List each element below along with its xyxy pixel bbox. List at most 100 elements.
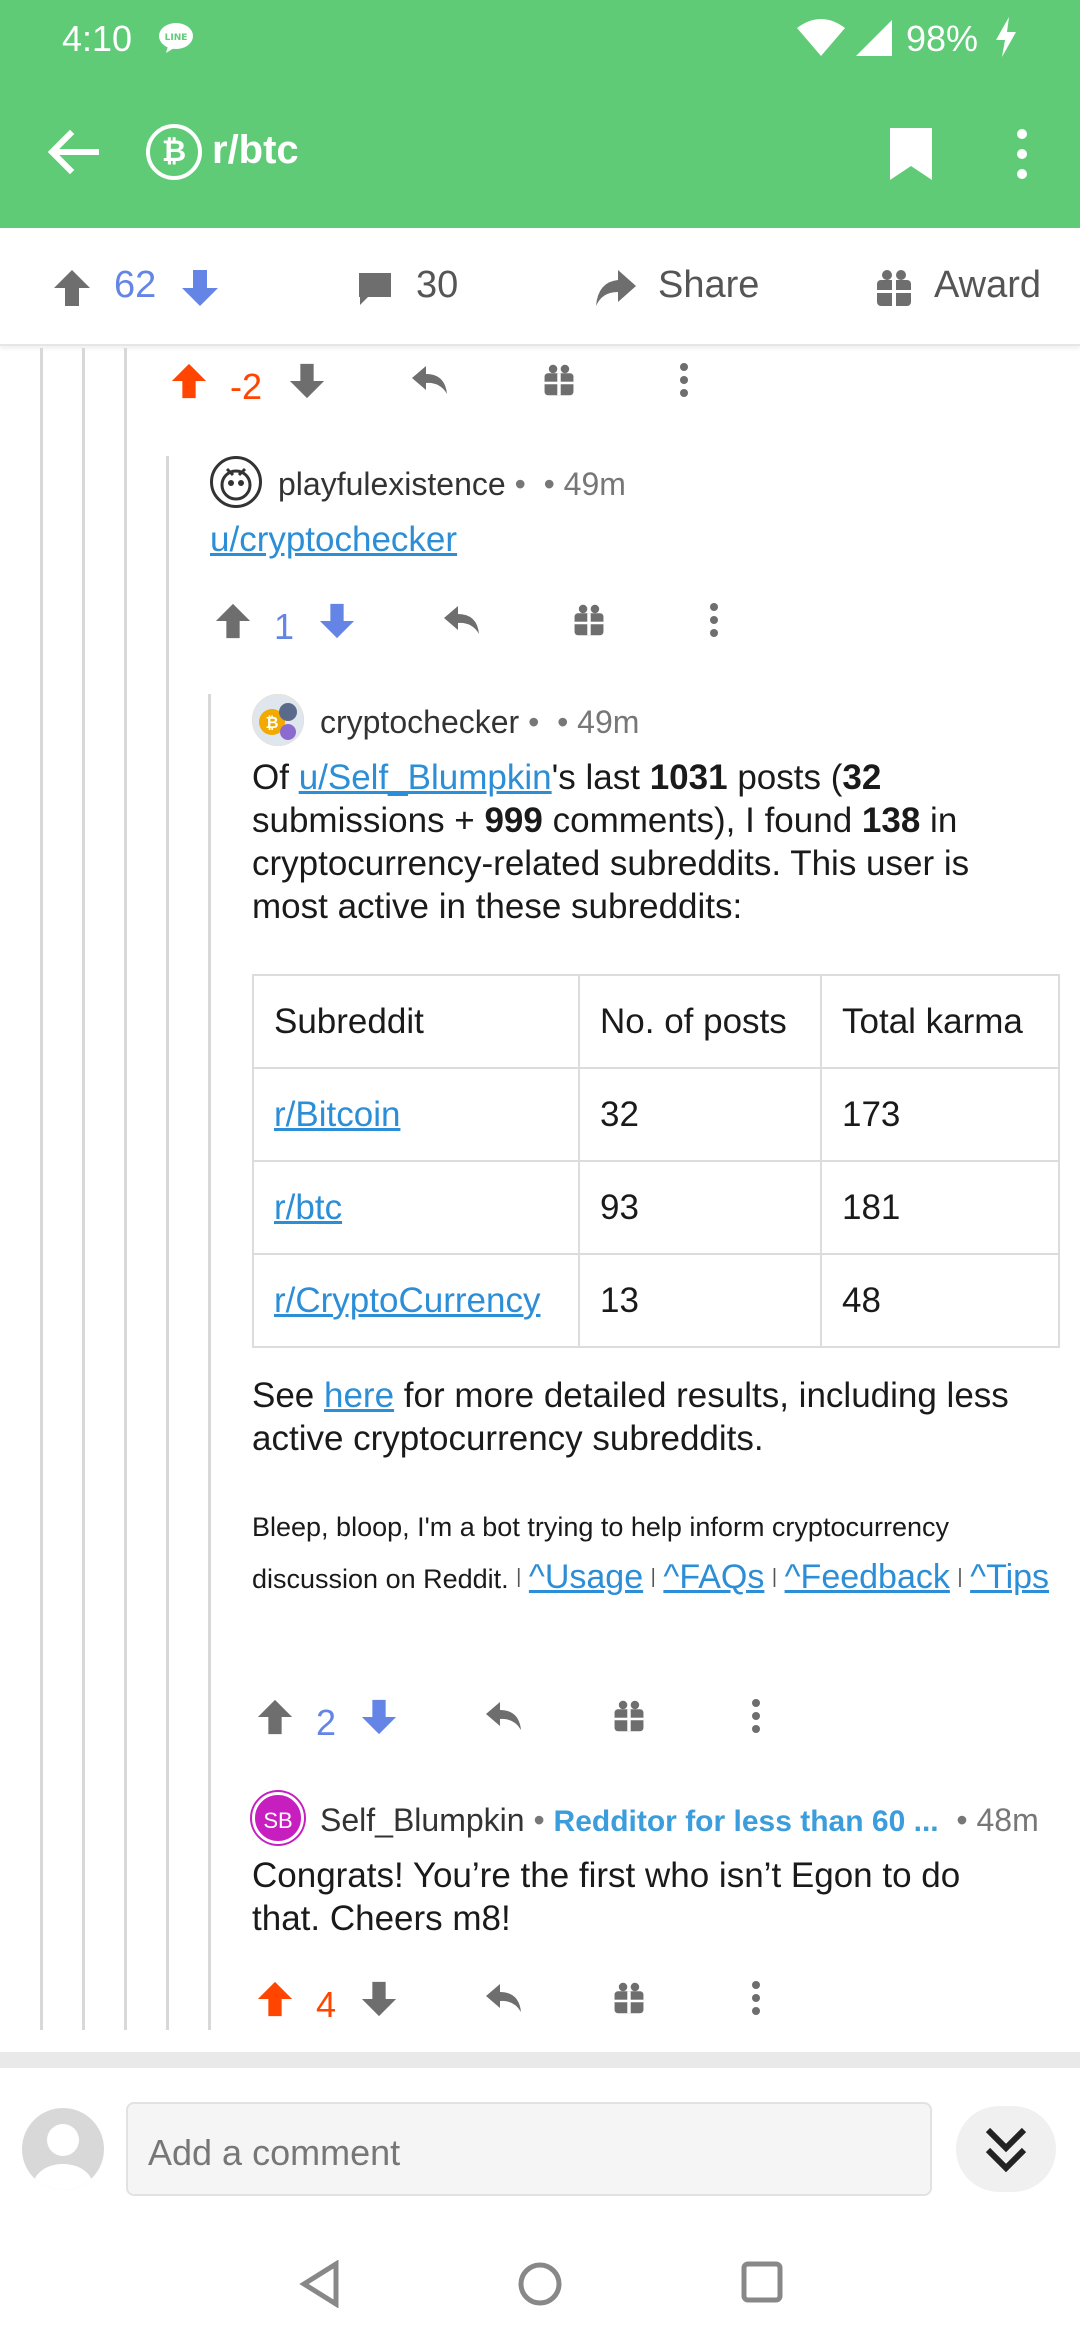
subreddit-title[interactable]: r/btc xyxy=(212,128,299,173)
award-button[interactable]: Award xyxy=(934,264,1041,307)
comment-body: u/cryptochecker xyxy=(210,518,457,561)
tips-link[interactable]: ^Tips xyxy=(970,1558,1049,1596)
table-row: r/CryptoCurrency 13 48 xyxy=(252,1253,1060,1348)
table-header: No. of posts xyxy=(578,974,822,1069)
collapse-thread-button[interactable] xyxy=(956,2106,1056,2192)
comment-body: Of u/Self_Blumpkin's last 1031 posts (32… xyxy=(252,756,1052,928)
reply-icon[interactable] xyxy=(442,602,482,643)
bookmark-icon[interactable] xyxy=(886,126,936,187)
comment-score: 4 xyxy=(316,1984,337,2025)
downvote-icon[interactable] xyxy=(318,602,356,645)
share-icon[interactable] xyxy=(594,266,638,320)
table-cell: r/Bitcoin xyxy=(252,1067,580,1162)
comment-body-more: See here for more detailed results, incl… xyxy=(252,1374,1062,1460)
prev-comment-actions: -2 xyxy=(170,362,730,412)
add-comment-input[interactable]: Add a comment xyxy=(126,2102,932,2196)
thread-line xyxy=(124,348,127,2030)
table-cell: 48 xyxy=(820,1253,1060,1348)
comment-actions: 4 xyxy=(256,1980,776,2030)
more-options-icon[interactable] xyxy=(750,1980,762,2021)
comment-author[interactable]: playfulexistence xyxy=(278,466,506,502)
found-count: 138 xyxy=(861,801,921,840)
comment-score: -2 xyxy=(230,366,263,407)
gift-award-icon[interactable] xyxy=(612,1698,646,1739)
comment-meta: playfulexistence • • 49m xyxy=(278,466,626,503)
comment-count[interactable]: 30 xyxy=(416,264,458,307)
system-nav-bar xyxy=(0,2224,1080,2340)
overflow-menu-icon[interactable] xyxy=(1010,126,1034,187)
comment-time: 49m xyxy=(577,704,640,740)
gift-award-icon[interactable] xyxy=(874,268,914,318)
comment-time: 49m xyxy=(563,466,626,502)
text-fragment: comments), I found xyxy=(542,801,862,840)
more-options-icon[interactable] xyxy=(678,362,690,403)
subreddit-link[interactable]: r/Bitcoin xyxy=(274,1095,400,1134)
bot-footer: Bleep, bloop, I'm a bot trying to help i… xyxy=(252,1502,1052,1604)
comment-meta: cryptochecker • • 49m xyxy=(320,704,639,741)
subreddit-link[interactable]: r/CryptoCurrency xyxy=(274,1281,540,1320)
gift-award-icon[interactable] xyxy=(542,362,576,403)
table-cell: 173 xyxy=(820,1067,1060,1162)
table-cell: r/btc xyxy=(252,1160,580,1255)
table-cell: 13 xyxy=(578,1253,822,1348)
home-nav-icon[interactable] xyxy=(516,2260,564,2313)
more-options-icon[interactable] xyxy=(750,1698,762,1739)
comment-actions: 1 xyxy=(214,602,734,652)
user-avatar-icon[interactable] xyxy=(22,2108,104,2190)
thread-line xyxy=(82,348,85,2030)
downvote-icon[interactable] xyxy=(360,1698,398,1741)
comment-author[interactable]: Self_Blumpkin xyxy=(320,1802,525,1838)
text-fragment: Of xyxy=(252,758,299,797)
charging-icon xyxy=(994,16,1018,63)
cell-signal-icon xyxy=(854,18,894,63)
table-header: Subreddit xyxy=(252,974,580,1069)
table-header: Total karma xyxy=(820,974,1060,1069)
avatar[interactable]: ₿ xyxy=(252,694,304,746)
table-header-row: Subreddit No. of posts Total karma xyxy=(252,974,1060,1069)
upvote-icon[interactable] xyxy=(52,268,92,318)
avatar[interactable]: SB xyxy=(252,1792,304,1844)
upvote-icon[interactable] xyxy=(256,1698,294,1741)
downvote-icon[interactable] xyxy=(360,1980,398,2023)
avatar[interactable] xyxy=(210,456,262,508)
reply-icon[interactable] xyxy=(484,1698,524,1739)
text-fragment: submissions + xyxy=(252,801,485,840)
back-arrow-icon[interactable] xyxy=(44,122,104,187)
feedback-link[interactable]: ^Feedback xyxy=(785,1558,950,1596)
reply-icon[interactable] xyxy=(410,362,450,403)
recents-nav-icon[interactable] xyxy=(740,2260,784,2309)
table-cell: 181 xyxy=(820,1160,1060,1255)
text-fragment: 's last xyxy=(551,758,650,797)
more-options-icon[interactable] xyxy=(708,602,720,643)
subreddit-icon[interactable]: ₿ xyxy=(146,124,202,180)
back-nav-icon[interactable] xyxy=(298,2259,342,2313)
downvote-icon[interactable] xyxy=(180,268,220,318)
comment-bubble-icon[interactable] xyxy=(356,270,394,318)
share-button[interactable]: Share xyxy=(658,264,759,307)
thread-line xyxy=(208,694,211,2030)
gift-award-icon[interactable] xyxy=(572,602,606,643)
status-time: 4:10 xyxy=(62,18,133,59)
subreddit-link[interactable]: r/btc xyxy=(274,1188,342,1227)
comment-author[interactable]: cryptochecker xyxy=(320,704,519,740)
user-flair: Redditor for less than 60 ... xyxy=(553,1805,939,1838)
table-cell: 32 xyxy=(578,1067,822,1162)
reply-icon[interactable] xyxy=(484,1980,524,2021)
usage-link[interactable]: ^Usage xyxy=(529,1558,643,1596)
table-cell: r/CryptoCurrency xyxy=(252,1253,580,1348)
upvote-icon[interactable] xyxy=(170,362,208,405)
line-app-icon: LINE xyxy=(158,22,194,54)
separator: • • xyxy=(528,704,578,740)
downvote-icon[interactable] xyxy=(288,362,326,405)
upvote-icon[interactable] xyxy=(256,1980,294,2023)
user-link[interactable]: u/Self_Blumpkin xyxy=(299,758,552,797)
user-link[interactable]: u/cryptochecker xyxy=(210,520,457,559)
faqs-link[interactable]: ^FAQs xyxy=(663,1558,764,1596)
comment-score: 2 xyxy=(316,1702,337,1743)
gift-award-icon[interactable] xyxy=(612,1980,646,2021)
details-link[interactable]: here xyxy=(324,1376,394,1415)
separator: • xyxy=(533,1802,554,1838)
upvote-icon[interactable] xyxy=(214,602,252,645)
comment-time: 48m xyxy=(976,1802,1039,1838)
comment-meta: Self_Blumpkin • Redditor for less than 6… xyxy=(320,1802,1039,1839)
